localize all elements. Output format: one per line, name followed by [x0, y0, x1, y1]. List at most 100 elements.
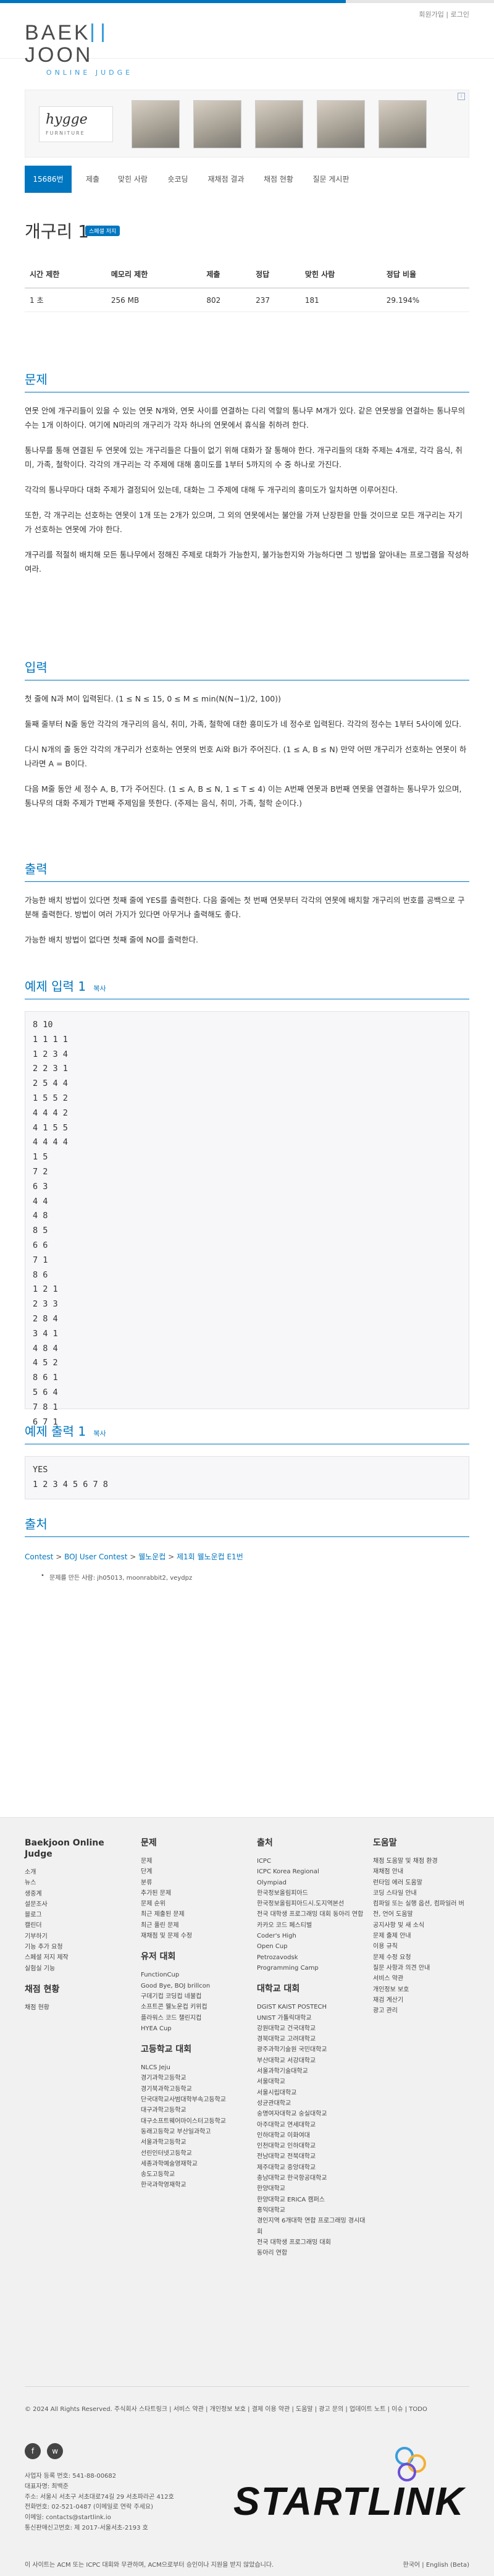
footer-link[interactable]: 제주대학교 중앙대학교 [257, 2163, 368, 2173]
footer-link[interactable]: 광고 관리 [373, 2006, 472, 2016]
footer-link[interactable]: 홍익대학교 [257, 2205, 368, 2216]
footer-link[interactable]: UNIST 가톨릭대학교 [257, 2013, 368, 2023]
footer-link[interactable]: 채점 현황 [25, 2002, 124, 2013]
footer-link[interactable]: 경인지역 6개대학 연합 프로그래밍 경시대회 [257, 2216, 368, 2237]
footer-link[interactable]: Open Cup [257, 1941, 368, 1952]
site-logo[interactable]: BAEKJOON ONLINE JUDGE [25, 22, 142, 77]
footer-link[interactable]: 경북대학교 고려대학교 [257, 2034, 368, 2044]
tab-rejudge-results[interactable]: 재채점 결과 [201, 166, 251, 193]
footer-link[interactable]: 컴파일 또는 실행 옵션, 컴파일러 버전, 언어 도움말 [373, 1899, 472, 1920]
footer-link[interactable]: 설문조사 [25, 1899, 124, 1910]
footer-link[interactable]: 전국 대학생 프로그래밍 대회 동아리 연합 [257, 1909, 368, 1920]
footer-link[interactable]: 공지사항 및 새 소식 [373, 1920, 472, 1931]
tab-submit[interactable]: 제출 [80, 166, 105, 193]
footer-link[interactable]: ICPC Korea Regional [257, 1866, 368, 1877]
tab-solved-users[interactable]: 맞힌 사람 [111, 166, 154, 193]
tab-status[interactable]: 채점 현황 [257, 166, 300, 193]
footer-link[interactable]: 아주대학교 연세대학교 [257, 2120, 368, 2130]
footer-link[interactable]: 한국정보올림피아드 [257, 1888, 368, 1899]
footer-link[interactable]: 동래고등학교 부산일과학고 [141, 2127, 246, 2137]
sample-input-block[interactable]: 8 10 1 1 1 1 1 2 3 4 2 2 3 1 2 5 4 4 1 5… [25, 1011, 469, 1427]
facebook-icon[interactable]: f [25, 2443, 41, 2459]
footer-link[interactable]: 충남대학교 한국항공대학교 [257, 2173, 368, 2184]
footer-link[interactable]: 송도고등학교 [141, 2169, 246, 2180]
footer-link[interactable]: 개인정보 보호 [373, 1985, 472, 1995]
special-judge-badge[interactable]: 스페셜 저지 [85, 226, 120, 236]
footer-link[interactable]: 플라워스 코드 챌린지컵 [141, 2013, 246, 2023]
footer-link[interactable]: 서비스 약관 [373, 1973, 472, 1984]
footer-link[interactable]: 전남대학교 전북대학교 [257, 2151, 368, 2162]
footer-link[interactable]: 인하대학교 이화여대 [257, 2130, 368, 2141]
footer-link[interactable]: DGIST KAIST POSTECH [257, 2002, 368, 2012]
tab-problem-number[interactable]: 15686번 [25, 166, 72, 193]
footer-link[interactable]: 캘린더 [25, 1920, 124, 1931]
footer-link[interactable]: 동아리 연합 [257, 2248, 368, 2258]
advertisement-banner[interactable]: hygge FURNITURE i [25, 90, 469, 158]
footer-link[interactable]: 추가된 문제 [141, 1888, 246, 1899]
footer-link[interactable]: 소개 [25, 1867, 124, 1878]
footer-link[interactable]: 한양대학교 ERICA 캠퍼스 [257, 2195, 368, 2205]
footer-link[interactable]: 카카오 코드 페스티벌 [257, 1920, 368, 1931]
footer-legal-links[interactable]: © 2024 All Rights Reserved. 주식회사 스타트링크 |… [25, 2405, 469, 2415]
footer-link[interactable]: 서울과학고등학교 [141, 2137, 246, 2148]
footer-link[interactable]: 문제 출제 안내 [373, 1931, 472, 1941]
signup-link[interactable]: 회원가입 [419, 11, 443, 19]
tab-question-board[interactable]: 질문 게시판 [306, 166, 356, 193]
footer-link[interactable]: 런타임 에러 도움말 [373, 1878, 472, 1888]
footer-link[interactable]: 재채점 안내 [373, 1866, 472, 1877]
tab-short-coding[interactable]: 숏코딩 [161, 166, 195, 193]
footer-link[interactable]: 서울시립대학교 [257, 2088, 368, 2098]
footer-link[interactable]: 문제 수정 요청 [373, 1952, 472, 1963]
footer-link[interactable]: 질문 사항과 의견 안내 [373, 1963, 472, 1973]
footer-link[interactable]: 기능 추가 요청 [25, 1942, 124, 1952]
footer-link[interactable]: 문제 순위 [141, 1899, 246, 1909]
footer-link[interactable]: HYEA Cup [141, 2023, 246, 2034]
footer-link[interactable]: 생중계 [25, 1889, 124, 1899]
source-link[interactable]: Contest [25, 1553, 53, 1561]
footer-link[interactable]: 실험실 기능 [25, 1964, 124, 1974]
footer-link[interactable]: Coder's High [257, 1931, 368, 1941]
footer-link[interactable]: 선린인터넷고등학교 [141, 2148, 246, 2159]
footer-link[interactable]: 세종과학예술영재학교 [141, 2159, 246, 2169]
footer-link[interactable]: 분류 [141, 1878, 246, 1888]
footer-link[interactable]: Programming Camp [257, 1963, 368, 1973]
footer-link[interactable]: 서울과학기술대학교 [257, 2066, 368, 2077]
footer-link[interactable]: 구데기컵 코딩컵 네불컵 [141, 1991, 246, 2002]
footer-link[interactable]: 강원대학교 건국대학교 [257, 2023, 368, 2034]
footer-link[interactable]: Good Bye, BOJ brillcon [141, 1981, 246, 1991]
footer-link[interactable]: 문제 [141, 1856, 246, 1866]
footer-link[interactable]: 단계 [141, 1866, 246, 1877]
footer-link[interactable]: 스페셜 저지 제작 [25, 1952, 124, 1963]
footer-link[interactable]: 재검 계산기 [373, 1995, 472, 2006]
footer-link[interactable]: 이용 규칙 [373, 1941, 472, 1952]
footer-link[interactable]: ICPC [257, 1856, 368, 1866]
wordpress-icon[interactable]: w [47, 2443, 64, 2459]
footer-link[interactable]: 채점 도움말 및 채점 환경 [373, 1856, 472, 1866]
startlink-logo[interactable]: STARTLINK [233, 2447, 474, 2521]
footer-link[interactable]: 서울대학교 [257, 2077, 368, 2087]
footer-link[interactable]: 재채점 및 문제 수정 [141, 1931, 246, 1941]
footer-link[interactable]: 대구과학고등학교 [141, 2105, 246, 2116]
footer-link[interactable]: 기부하기 [25, 1931, 124, 1942]
footer-link[interactable]: 한국과학영재학교 [141, 2180, 246, 2190]
footer-link[interactable]: 코딩 스타일 안내 [373, 1888, 472, 1899]
footer-link[interactable]: 단국대학교사범대학부속고등학교 [141, 2095, 246, 2105]
footer-link[interactable]: 경기북과학고등학교 [141, 2084, 246, 2095]
footer-link[interactable]: 전국 대학생 프로그래밍 대회 [257, 2237, 368, 2248]
footer-link[interactable]: 소프트콘 웰노운컵 키위컵 [141, 2002, 246, 2012]
copy-sample-input-button[interactable]: 복사 [93, 985, 106, 993]
footer-link[interactable]: Petrozavodsk [257, 1952, 368, 1963]
ad-info-icon[interactable]: i [458, 93, 465, 100]
footer-link[interactable]: 숭명여자대학교 숭실대학교 [257, 2109, 368, 2119]
footer-link[interactable]: FunctionCup [141, 1970, 246, 1980]
language-switch[interactable]: 한국어 | English (Beta) [403, 2559, 469, 2569]
copy-sample-output-button[interactable]: 복사 [93, 1430, 106, 1438]
footer-link[interactable]: 한국정보올림피아드시.도지역본선 [257, 1899, 368, 1909]
footer-link[interactable]: 인천대학교 인하대학교 [257, 2141, 368, 2151]
footer-link[interactable]: Olympiad [257, 1878, 368, 1888]
source-link[interactable]: 제1회 웰노운컵 E1번 [177, 1553, 243, 1561]
footer-link[interactable]: NLCS Jeju [141, 2062, 246, 2073]
footer-link[interactable]: 최근 제출된 문제 [141, 1909, 246, 1920]
footer-link[interactable]: 대구소프트웨어마이스터고등학교 [141, 2116, 246, 2127]
source-link[interactable]: BOJ User Contest [64, 1553, 127, 1561]
